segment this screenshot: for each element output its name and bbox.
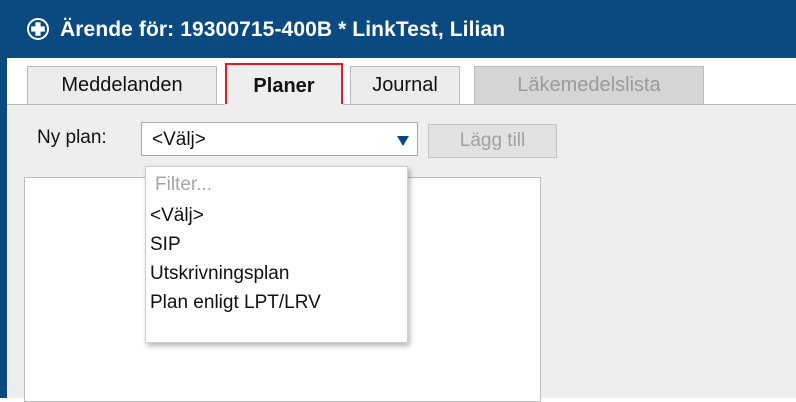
title-bar: Ärende för: 19300715-400B * LinkTest, Li… bbox=[7, 0, 796, 58]
plan-dropdown-list: <Välj> SIP Utskrivningsplan Plan enligt … bbox=[145, 166, 408, 343]
plan-select[interactable]: <Välj> bbox=[141, 122, 418, 156]
window-frame-left bbox=[0, 0, 7, 398]
filter-input[interactable] bbox=[146, 167, 407, 203]
window-title: Ärende för: 19300715-400B * LinkTest, Li… bbox=[60, 18, 506, 41]
plan-select-value: <Välj> bbox=[152, 129, 206, 150]
option-sip[interactable]: SIP bbox=[146, 230, 407, 259]
tab-planer[interactable]: Planer bbox=[225, 63, 343, 105]
tab-bar: Meddelanden Planer Journal Läkemedelslis… bbox=[7, 58, 796, 105]
tab-divider bbox=[7, 104, 796, 105]
main-content: Meddelanden Planer Journal Läkemedelslis… bbox=[7, 58, 796, 402]
tab-lakemedelslista[interactable]: Läkemedelslista bbox=[474, 66, 704, 104]
ny-plan-label: Ny plan: bbox=[37, 127, 107, 148]
tab-meddelanden[interactable]: Meddelanden bbox=[27, 66, 217, 104]
option-utskrivningsplan[interactable]: Utskrivningsplan bbox=[146, 259, 407, 288]
chevron-down-icon bbox=[397, 136, 409, 146]
medical-cross-icon bbox=[27, 18, 49, 40]
add-button[interactable]: Lägg till bbox=[428, 124, 557, 158]
tab-journal[interactable]: Journal bbox=[350, 66, 460, 104]
option-plan-lpt-lrv[interactable]: Plan enligt LPT/LRV bbox=[146, 288, 407, 317]
active-tab-gap bbox=[225, 104, 343, 105]
option-valj[interactable]: <Välj> bbox=[146, 201, 407, 230]
